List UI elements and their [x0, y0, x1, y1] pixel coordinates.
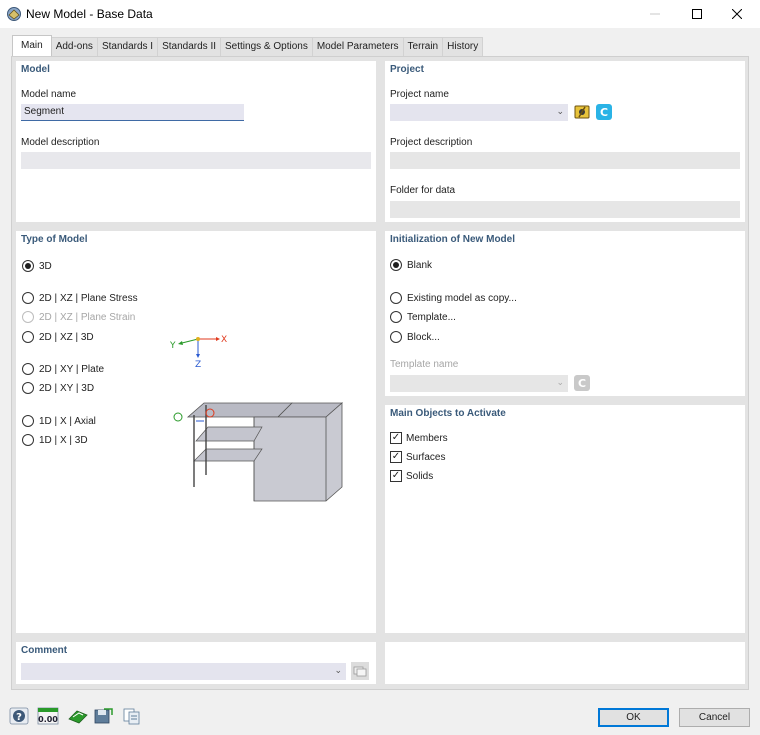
project-name-dropdown[interactable]: ⌄: [390, 104, 568, 121]
chevron-down-icon: ⌄: [334, 665, 342, 675]
main-objects-panel: Main Objects to Activate ✓ Members ✓ Sur…: [385, 405, 745, 633]
svg-text:C: C: [578, 377, 586, 390]
checkmark-icon: ✓: [390, 432, 402, 444]
comment-browse-icon[interactable]: [351, 662, 369, 680]
project-description-label: Project description: [390, 137, 473, 148]
project-description-input: [390, 152, 740, 169]
folder-for-data-label: Folder for data: [390, 185, 456, 196]
minimize-button[interactable]: [638, 0, 672, 28]
axis-y-label: Y: [169, 341, 176, 351]
type-of-model-panel: Type of Model 3D 2D | XZ | Plane Stress …: [16, 231, 376, 633]
save-defaults-icon[interactable]: [92, 706, 114, 726]
comment-dropdown[interactable]: ⌄: [21, 663, 346, 680]
model-name-label: Model name: [21, 89, 77, 100]
axis-z-label: Z: [195, 360, 201, 369]
cancel-button[interactable]: Cancel: [679, 708, 750, 727]
units-icon[interactable]: 0.00: [37, 706, 59, 726]
template-library-icon: C: [573, 374, 591, 392]
model-type-2d-xy-3d-radio[interactable]: 2D | XY | 3D: [22, 382, 94, 394]
tab-content-area: Model Model name Segment Model descripti…: [11, 56, 749, 690]
radio-circle: [22, 331, 34, 343]
project-name-label: Project name: [390, 89, 449, 100]
close-button[interactable]: [720, 0, 754, 28]
initialization-section-title: Initialization of New Model: [390, 234, 515, 245]
init-template-radio[interactable]: Template...: [390, 311, 456, 323]
init-blank-radio[interactable]: Blank: [390, 259, 432, 271]
axis-x-label: X: [221, 335, 227, 345]
project-section-title: Project: [390, 64, 424, 75]
ok-button[interactable]: OK: [598, 708, 669, 727]
units-icon-text: 0.00: [38, 715, 58, 724]
empty-panel: [385, 642, 745, 684]
svg-text:C: C: [600, 106, 608, 119]
model-info-icon[interactable]: [67, 706, 89, 726]
init-existing-model-radio[interactable]: Existing model as copy...: [390, 292, 517, 304]
checkmark-icon: ✓: [390, 470, 402, 482]
radio-circle: [22, 260, 34, 272]
tab-strip: Main Add-ons Standards I Standards II Se…: [12, 35, 484, 56]
comment-section-title: Comment: [21, 645, 68, 656]
coordinate-axes-icon: X Y Z: [169, 335, 227, 369]
comment-panel: Comment ⌄: [16, 642, 376, 684]
model-panel: Model Model name Segment Model descripti…: [16, 61, 376, 222]
model-preview-illustration: [173, 402, 344, 502]
init-block-radio[interactable]: Block...: [390, 331, 440, 343]
radio-circle: [22, 415, 34, 427]
title-bar: New Model - Base Data: [0, 0, 760, 28]
tab-standards-ii[interactable]: Standards II: [157, 37, 222, 56]
chevron-down-icon: ⌄: [556, 377, 564, 387]
tab-main[interactable]: Main: [12, 35, 52, 56]
template-name-label: Template name: [390, 359, 459, 370]
radio-circle: [22, 311, 34, 323]
radio-circle: [22, 382, 34, 394]
copy-settings-icon[interactable]: [121, 706, 143, 726]
radio-circle: [390, 311, 402, 323]
solids-checkbox[interactable]: ✓ Solids: [390, 470, 433, 482]
tab-settings-options[interactable]: Settings & Options: [220, 37, 313, 56]
model-section-title: Model: [21, 64, 50, 75]
radio-circle: [22, 363, 34, 375]
project-panel: Project Project name ⌄ C Project descrip…: [385, 61, 745, 222]
model-description-input[interactable]: [21, 152, 371, 169]
tab-terrain[interactable]: Terrain: [402, 37, 444, 56]
app-icon: [6, 6, 22, 22]
template-name-dropdown: ⌄: [390, 375, 568, 392]
model-type-1d-x-axial-radio[interactable]: 1D | X | Axial: [22, 415, 96, 427]
radio-circle: [22, 292, 34, 304]
tab-standards-i[interactable]: Standards I: [96, 37, 159, 56]
radio-circle: [390, 292, 402, 304]
model-type-2d-xy-plate-radio[interactable]: 2D | XY | Plate: [22, 363, 104, 375]
help-icon[interactable]: ?: [8, 706, 30, 726]
cloud-project-icon[interactable]: C: [595, 103, 613, 121]
radio-circle: [22, 434, 34, 446]
members-checkbox[interactable]: ✓ Members: [390, 432, 448, 444]
checkmark-icon: ✓: [390, 451, 402, 463]
model-type-2d-xz-3d-radio[interactable]: 2D | XZ | 3D: [22, 331, 94, 343]
tab-add-ons[interactable]: Add-ons: [50, 37, 98, 56]
tab-model-parameters[interactable]: Model Parameters: [311, 37, 404, 56]
radio-circle: [390, 259, 402, 271]
surfaces-checkbox[interactable]: ✓ Surfaces: [390, 451, 445, 463]
model-description-label: Model description: [21, 137, 100, 148]
chevron-down-icon: ⌄: [556, 106, 564, 116]
radio-circle: [390, 331, 402, 343]
window-title: New Model - Base Data: [26, 7, 153, 21]
model-type-3d-radio[interactable]: 3D: [22, 260, 52, 272]
svg-text:?: ?: [16, 712, 22, 723]
model-type-1d-x-3d-radio[interactable]: 1D | X | 3D: [22, 434, 88, 446]
model-type-2d-xz-plane-stress-radio[interactable]: 2D | XZ | Plane Stress: [22, 292, 138, 304]
model-name-input[interactable]: Segment: [21, 104, 244, 121]
model-type-2d-xz-plane-strain-radio: 2D | XZ | Plane Strain: [22, 311, 135, 323]
type-of-model-section-title: Type of Model: [21, 234, 88, 245]
project-manager-icon[interactable]: [573, 103, 591, 121]
maximize-button[interactable]: [680, 0, 714, 28]
tab-history[interactable]: History: [442, 37, 484, 56]
main-objects-section-title: Main Objects to Activate: [390, 408, 506, 419]
folder-for-data-input: [390, 201, 740, 218]
initialization-panel: Initialization of New Model Blank Existi…: [385, 231, 745, 396]
